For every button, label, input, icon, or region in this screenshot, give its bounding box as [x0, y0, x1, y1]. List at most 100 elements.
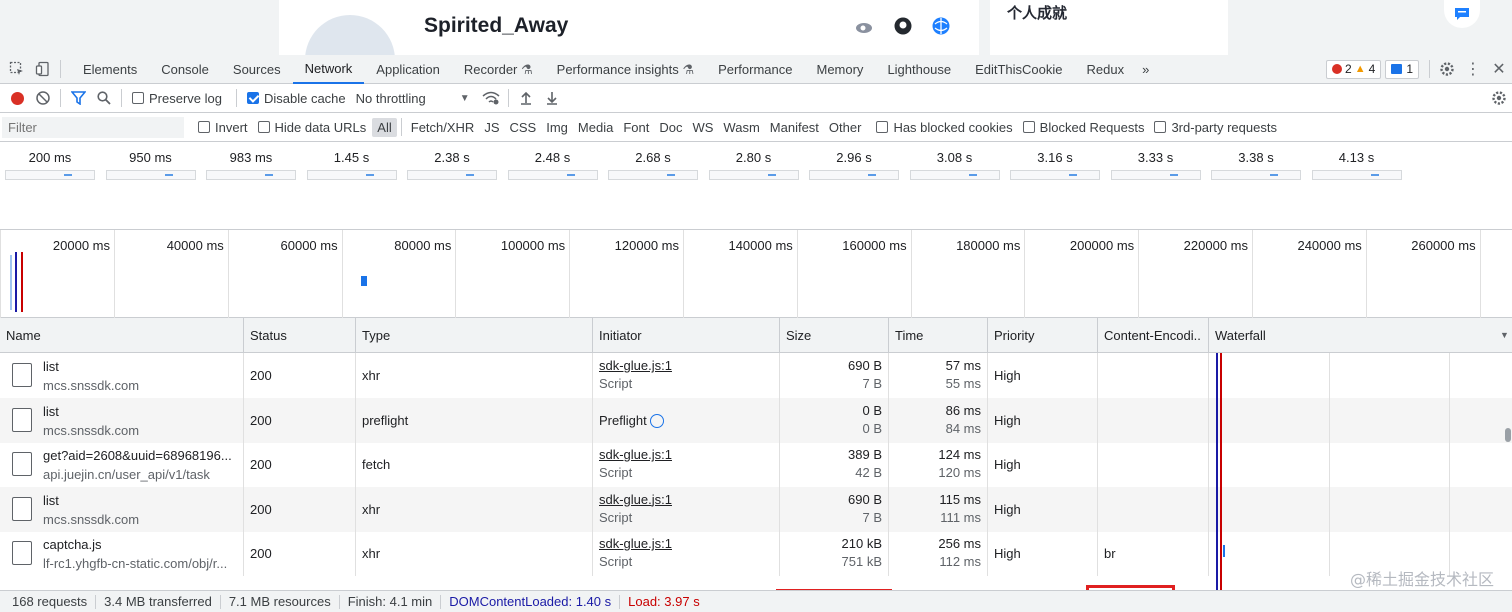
- filter-type-media[interactable]: Media: [573, 118, 618, 137]
- network-settings-gear-icon[interactable]: [1486, 84, 1512, 113]
- clear-icon[interactable]: [30, 84, 56, 113]
- close-icon[interactable]: ✕: [1486, 55, 1512, 84]
- request-name[interactable]: captcha.js: [43, 535, 227, 554]
- network-overview[interactable]: 20000 ms 40000 ms 60000 ms 80000 ms 100000 m…: [0, 230, 1512, 318]
- initiator-link[interactable]: sdk-glue.js:1: [599, 535, 773, 553]
- more-tabs-icon[interactable]: »: [1136, 55, 1155, 84]
- table-row[interactable]: list mcs.snssdk.com 200 xhr sdk-glue.js:1 Scr…: [0, 353, 1512, 398]
- column-header-time[interactable]: Time: [889, 318, 988, 353]
- sort-chevron-icon[interactable]: ▼: [1500, 330, 1509, 340]
- screenshot-frame[interactable]: 2.38 s: [407, 150, 497, 180]
- filter-type-wasm[interactable]: Wasm: [718, 118, 764, 137]
- filter-type-img[interactable]: Img: [541, 118, 573, 137]
- throttling-select[interactable]: No throttling ▼: [356, 91, 470, 106]
- tab-sources[interactable]: Sources: [221, 55, 293, 84]
- blocked-cookies-checkbox[interactable]: Has blocked cookies: [876, 120, 1013, 135]
- issues-counter[interactable]: 2 ▲ 4: [1326, 59, 1382, 79]
- waterfall-bar[interactable]: [1223, 545, 1225, 557]
- screenshot-frame[interactable]: 3.08 s: [909, 150, 1000, 180]
- screenshot-frame[interactable]: 2.48 s: [507, 150, 598, 180]
- column-header-priority[interactable]: Priority: [988, 318, 1098, 353]
- screenshot-frame[interactable]: 983 ms: [206, 150, 296, 180]
- tab-memory[interactable]: Memory: [804, 55, 875, 84]
- weibo-icon[interactable]: [855, 16, 875, 36]
- screenshot-frame[interactable]: 1.45 s: [306, 150, 397, 180]
- tab-console[interactable]: Console: [149, 55, 221, 84]
- screenshot-frame[interactable]: 2.96 s: [809, 150, 899, 180]
- third-party-checkbox[interactable]: 3rd-party requests: [1154, 120, 1277, 135]
- blocked-requests-box[interactable]: [1022, 121, 1035, 133]
- import-har-icon[interactable]: [513, 84, 539, 113]
- request-name[interactable]: list: [43, 491, 139, 510]
- column-header-size[interactable]: Size: [780, 318, 889, 353]
- filter-type-fetch-xhr[interactable]: Fetch/XHR: [406, 118, 480, 137]
- table-row[interactable]: list mcs.snssdk.com 200 xhr sdk-glue.js:1 Scr…: [0, 486, 1512, 532]
- column-header-name[interactable]: Name: [0, 318, 244, 353]
- request-name[interactable]: list: [43, 357, 139, 376]
- filter-type-ws[interactable]: WS: [687, 118, 718, 137]
- preflight-icon[interactable]: [650, 413, 665, 428]
- request-name[interactable]: list: [43, 402, 139, 421]
- table-row[interactable]: list mcs.snssdk.com 200 preflight Preflight …: [0, 397, 1512, 443]
- disable-cache-checkbox[interactable]: Disable cache: [246, 91, 346, 106]
- screenshot-frame[interactable]: 2.68 s: [608, 150, 698, 180]
- tab-application[interactable]: Application: [364, 55, 452, 84]
- record-button-icon[interactable]: [4, 84, 30, 113]
- export-har-icon[interactable]: [539, 84, 565, 113]
- tab-network[interactable]: Network: [292, 55, 365, 84]
- settings-gear-icon[interactable]: [1434, 55, 1460, 84]
- screenshot-frame[interactable]: 3.38 s: [1211, 150, 1301, 180]
- website-icon[interactable]: [931, 16, 951, 36]
- device-toolbar-icon[interactable]: [30, 55, 56, 84]
- filter-icon[interactable]: [65, 84, 91, 113]
- column-header-status[interactable]: Status: [244, 318, 356, 353]
- screenshot-frame[interactable]: 3.33 s: [1110, 150, 1201, 180]
- inspect-element-icon[interactable]: [4, 55, 30, 84]
- tab-performance[interactable]: Performance: [706, 55, 804, 84]
- kebab-menu-icon[interactable]: ⋮: [1460, 55, 1486, 84]
- filter-type-font[interactable]: Font: [618, 118, 654, 137]
- tab-recorder[interactable]: Recorder ⚗: [452, 55, 545, 84]
- tab-elements[interactable]: Elements: [71, 55, 149, 84]
- tab-performance-insights[interactable]: Performance insights ⚗: [545, 55, 706, 84]
- table-row[interactable]: captcha.js lf-rc1.yhgfb-cn-static.com/obj…: [0, 531, 1512, 576]
- messages-counter[interactable]: 1: [1385, 59, 1419, 79]
- tab-lighthouse[interactable]: Lighthouse: [875, 55, 963, 84]
- preserve-log-checkbox[interactable]: Preserve log: [132, 91, 222, 106]
- filter-type-all[interactable]: All: [372, 117, 397, 137]
- network-conditions-icon[interactable]: [478, 84, 504, 113]
- screenshot-frame[interactable]: 2.80 s: [708, 150, 799, 180]
- screenshot-frame[interactable]: 4.13 s: [1311, 150, 1402, 180]
- message-button[interactable]: [1444, 0, 1480, 28]
- preserve-log-box[interactable]: [132, 92, 144, 104]
- initiator-link[interactable]: sdk-glue.js:1: [599, 357, 773, 375]
- github-icon[interactable]: [893, 16, 913, 36]
- filter-type-other[interactable]: Other: [824, 118, 867, 137]
- request-name[interactable]: get?aid=2608&uuid=68968196...: [43, 446, 232, 465]
- blocked-cookies-box[interactable]: [876, 121, 889, 133]
- filter-type-js[interactable]: JS: [479, 118, 504, 137]
- disable-cache-box[interactable]: [246, 92, 259, 104]
- initiator-link[interactable]: sdk-glue.js:1: [599, 491, 773, 509]
- filter-type-css[interactable]: CSS: [505, 118, 542, 137]
- third-party-box[interactable]: [1154, 121, 1167, 133]
- filter-type-doc[interactable]: Doc: [654, 118, 687, 137]
- column-header-type[interactable]: Type: [356, 318, 593, 353]
- column-header-content-encoding[interactable]: Content-Encodi..: [1098, 318, 1209, 353]
- filter-input[interactable]: [2, 116, 184, 138]
- column-header-initiator[interactable]: Initiator: [593, 318, 780, 353]
- initiator-link[interactable]: sdk-glue.js:1: [599, 446, 773, 464]
- table-row[interactable]: get?aid=2608&uuid=68968196... api.juejin.…: [0, 442, 1512, 487]
- hide-data-urls-checkbox[interactable]: Hide data URLs: [257, 120, 366, 135]
- screenshot-frame[interactable]: 950 ms: [105, 150, 196, 180]
- blocked-requests-checkbox[interactable]: Blocked Requests: [1022, 120, 1144, 135]
- screenshot-frame[interactable]: 3.16 s: [1010, 150, 1100, 180]
- filter-type-manifest[interactable]: Manifest: [765, 118, 824, 137]
- invert-box[interactable]: [198, 121, 210, 133]
- hide-data-urls-box[interactable]: [257, 121, 270, 133]
- search-icon[interactable]: [91, 84, 117, 113]
- column-header-waterfall[interactable]: Waterfall: [1209, 318, 1512, 353]
- tab-editthiscookie[interactable]: EditThisCookie: [963, 55, 1074, 84]
- screenshot-frame[interactable]: 200 ms: [5, 150, 95, 180]
- invert-checkbox[interactable]: Invert: [198, 120, 248, 135]
